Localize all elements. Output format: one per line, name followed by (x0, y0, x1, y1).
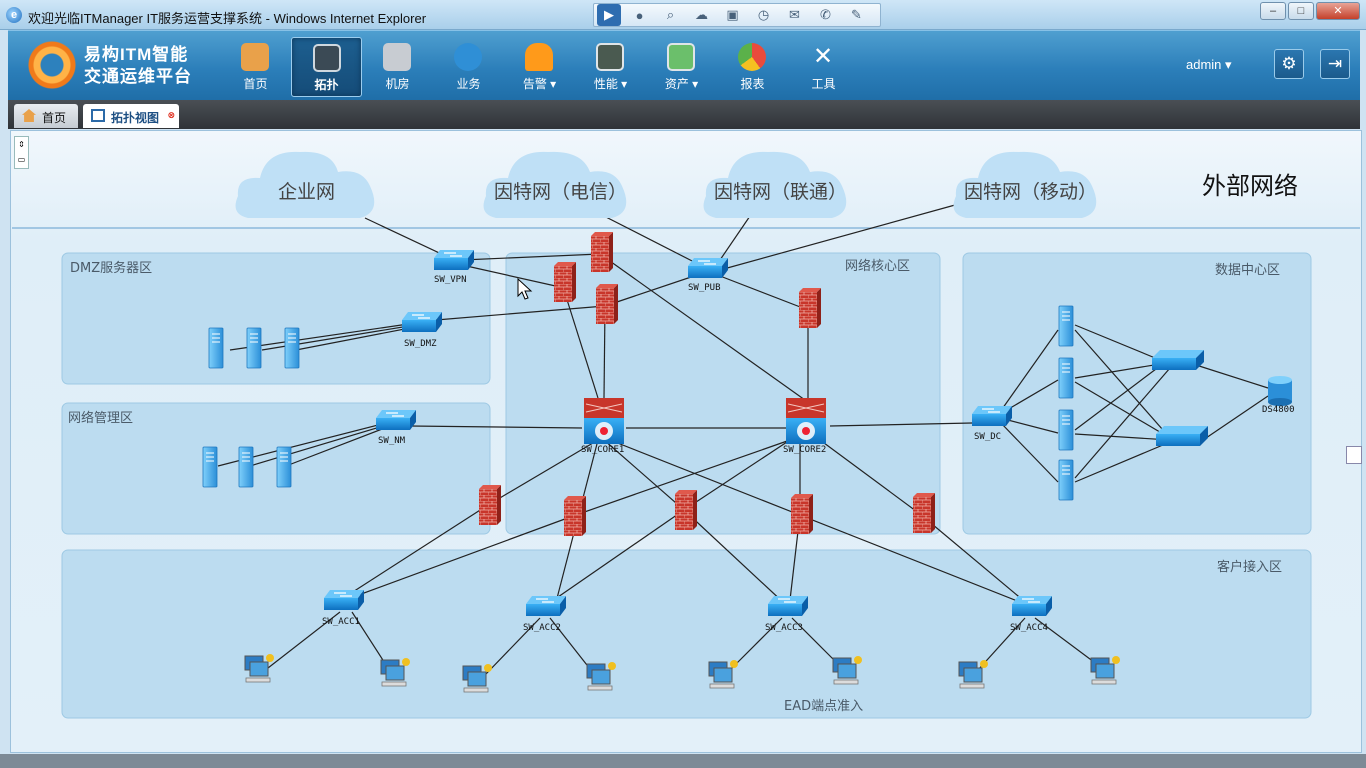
dc-switch-icon[interactable] (1152, 350, 1204, 370)
cloud-internet-mobile[interactable]: 因特网（移动） (953, 151, 1097, 218)
device-label: SW_PUB (688, 283, 721, 293)
switch-icon[interactable] (323, 589, 365, 611)
storage-icon[interactable] (1268, 376, 1292, 406)
switch-icon[interactable] (971, 405, 1013, 427)
firewall-icon[interactable] (799, 288, 821, 328)
server-icon[interactable] (1058, 459, 1074, 501)
switch-icon[interactable] (687, 257, 729, 279)
switch-icon[interactable] (767, 595, 809, 617)
device-label: SW_VPN (434, 275, 467, 285)
server-icon[interactable] (208, 327, 224, 369)
zone-label-access: 客户接入区 (1217, 559, 1282, 575)
dc-switch-icon[interactable] (1156, 426, 1208, 446)
zone-label-mgmt: 网络管理区 (68, 410, 133, 426)
cloud-label: 因特网（移动） (964, 181, 1097, 203)
server-icon[interactable] (284, 327, 300, 369)
firewall-icon[interactable] (791, 494, 813, 534)
device-label: SW_ACC3 (765, 623, 803, 633)
device-label: SW_DMZ (404, 339, 437, 349)
switch-icon[interactable] (375, 409, 417, 431)
device-label: SW_ACC2 (523, 623, 561, 633)
switch-icon[interactable] (433, 249, 475, 271)
cloud-label: 因特网（电信） (494, 181, 627, 203)
cloud-enterprise[interactable]: 企业网 (235, 151, 375, 218)
server-icon[interactable] (1058, 305, 1074, 347)
device-label: SW_DC (974, 432, 1001, 442)
server-icon[interactable] (238, 446, 254, 488)
server-icon[interactable] (1058, 357, 1074, 399)
cloud-label: 企业网 (278, 181, 335, 203)
device-label: SW_CORE1 (581, 445, 624, 455)
cloud-internet-telecom[interactable]: 因特网（电信） (483, 151, 627, 218)
zone-label-core: 网络核心区 (845, 258, 910, 274)
firewall-icon[interactable] (479, 485, 501, 525)
firewall-icon[interactable] (913, 493, 935, 533)
switch-icon[interactable] (1011, 595, 1053, 617)
firewall-icon[interactable] (554, 262, 576, 302)
core-switch-icon[interactable] (583, 397, 625, 445)
server-icon[interactable] (276, 446, 292, 488)
external-network-title: 外部网络 (1202, 172, 1298, 200)
device-label: SW_ACC4 (1010, 623, 1048, 633)
zone-access (61, 549, 1312, 719)
zone-label-dc: 数据中心区 (1215, 263, 1280, 278)
switch-icon[interactable] (525, 595, 567, 617)
switch-icon[interactable] (401, 311, 443, 333)
firewall-icon[interactable] (564, 496, 586, 536)
core-switch-icon[interactable] (785, 397, 827, 445)
zone-label-dmz: DMZ服务器区 (70, 260, 152, 276)
topology-diagram: DMZ服务器区 网络管理区 网络核心区 数据中心区 客户接入区 EAD端点准入 (12, 151, 1360, 719)
zone-dc (962, 252, 1312, 535)
device-label: SW_ACC1 (322, 617, 360, 627)
cloud-label: 因特网（联通） (714, 181, 847, 203)
zone-label-ead: EAD端点准入 (784, 699, 863, 714)
server-icon[interactable] (246, 327, 262, 369)
firewall-icon[interactable] (591, 232, 613, 272)
firewall-icon[interactable] (596, 284, 618, 324)
cloud-internet-unicom[interactable]: 因特网（联通） (703, 151, 847, 218)
device-label: SW_CORE2 (783, 445, 826, 455)
server-icon[interactable] (202, 446, 218, 488)
firewall-icon[interactable] (675, 490, 697, 530)
device-label: DS4800 (1262, 405, 1295, 415)
device-label: SW_NM (378, 436, 406, 446)
server-icon[interactable] (1058, 409, 1074, 451)
